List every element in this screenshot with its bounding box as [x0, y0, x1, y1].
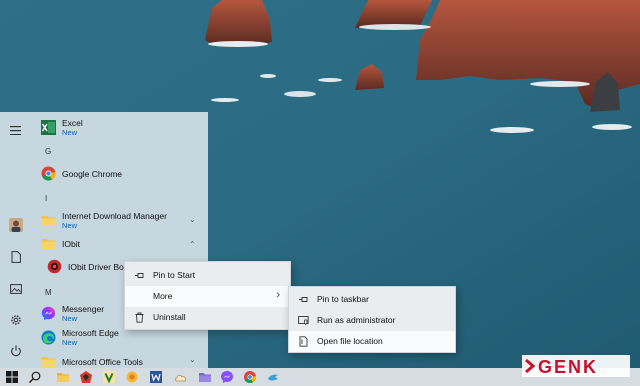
- new-badge: New: [62, 338, 78, 347]
- word-icon[interactable]: [149, 370, 163, 384]
- user-avatar[interactable]: [7, 216, 24, 233]
- admin-shield-icon: [298, 316, 309, 326]
- new-badge: New: [62, 128, 78, 137]
- app-list: Excel New G Google Chrome I Internet Dow…: [31, 112, 208, 369]
- search-icon[interactable]: [28, 370, 42, 384]
- app-name: Messenger: [62, 304, 105, 314]
- chevron-up-icon[interactable]: ⌃: [189, 240, 196, 249]
- letter-header-g[interactable]: G: [45, 147, 51, 156]
- menu-item-pin-to-start[interactable]: Pin to Start: [125, 265, 290, 286]
- app-name: Microsoft Edge: [62, 328, 119, 338]
- app-google-chrome[interactable]: Google Chrome: [31, 162, 208, 184]
- documents-icon[interactable]: [7, 248, 24, 265]
- menu-item-label: Open file location: [317, 336, 383, 346]
- app-bird-icon[interactable]: [266, 370, 280, 384]
- menu-item-more[interactable]: More ›: [125, 286, 290, 307]
- chevron-right-icon: ›: [276, 289, 280, 301]
- letter-header-m[interactable]: M: [45, 288, 52, 297]
- app-folder-icon[interactable]: [198, 370, 212, 384]
- start-menu-rail: [0, 112, 31, 369]
- pin-icon: [135, 273, 144, 278]
- messenger-icon[interactable]: [220, 370, 234, 384]
- watermark-text: GENK: [538, 357, 598, 377]
- menu-item-open-file-location[interactable]: Open file location: [289, 331, 455, 352]
- app-folder-internet-download-manager[interactable]: Internet Download Manager New ⌄: [31, 209, 208, 231]
- menu-item-label: Uninstall: [153, 312, 186, 322]
- file-explorer-icon[interactable]: [56, 370, 70, 384]
- folder-icon: [41, 216, 56, 226]
- app-red-icon[interactable]: [79, 370, 93, 384]
- app-excel[interactable]: Excel New: [31, 116, 208, 138]
- file-location-icon: [299, 336, 308, 347]
- chevron-down-icon[interactable]: ⌄: [189, 215, 196, 224]
- menu-item-label: More: [153, 291, 173, 301]
- app-name: Microsoft Office Tools: [62, 357, 143, 367]
- hamburger-menu-icon[interactable]: [7, 122, 24, 139]
- power-icon[interactable]: [7, 342, 24, 359]
- messenger-icon: [41, 306, 56, 321]
- app-folder-iobit[interactable]: IObit ⌃: [31, 232, 208, 254]
- app-green-v-icon[interactable]: [102, 370, 116, 384]
- app-name: IObit Driver Boo: [68, 262, 129, 272]
- menu-item-pin-to-taskbar[interactable]: Pin to taskbar: [289, 289, 455, 310]
- new-badge: New: [62, 221, 78, 230]
- app-name: IObit: [62, 239, 80, 249]
- app-name: Excel: [62, 118, 83, 128]
- chrome-icon[interactable]: [243, 370, 257, 384]
- trash-icon: [135, 312, 144, 323]
- windows-start-icon[interactable]: [5, 370, 19, 384]
- genk-watermark-logo: GENK: [522, 355, 630, 377]
- edge-icon: [41, 330, 56, 345]
- app-yellow-icon[interactable]: [125, 370, 139, 384]
- app-name: Google Chrome: [62, 169, 123, 179]
- menu-item-label: Pin to Start: [153, 270, 196, 280]
- excel-icon: [41, 120, 56, 135]
- folder-icon: [41, 239, 56, 249]
- app-name: Internet Download Manager: [62, 211, 167, 221]
- app-cloud-icon[interactable]: [174, 370, 188, 384]
- folder-icon: [41, 357, 56, 367]
- menu-item-uninstall[interactable]: Uninstall: [125, 307, 290, 328]
- more-submenu: Pin to taskbar Run as administrator Open…: [288, 286, 456, 353]
- context-menu: Pin to Start More › Uninstall: [124, 261, 291, 330]
- menu-item-run-as-administrator[interactable]: Run as administrator: [289, 310, 455, 331]
- menu-item-label: Pin to taskbar: [317, 294, 369, 304]
- pictures-icon[interactable]: [7, 280, 24, 297]
- start-menu: Excel New G Google Chrome I Internet Dow…: [0, 112, 208, 369]
- new-badge: New: [62, 314, 78, 323]
- chrome-icon: [41, 166, 56, 181]
- pin-icon: [299, 297, 308, 302]
- iobit-driver-booster-icon: [47, 259, 62, 274]
- letter-header-i[interactable]: I: [45, 194, 47, 203]
- chevron-down-icon[interactable]: ⌄: [189, 355, 196, 364]
- settings-gear-icon[interactable]: [7, 311, 24, 328]
- menu-item-label: Run as administrator: [317, 315, 396, 325]
